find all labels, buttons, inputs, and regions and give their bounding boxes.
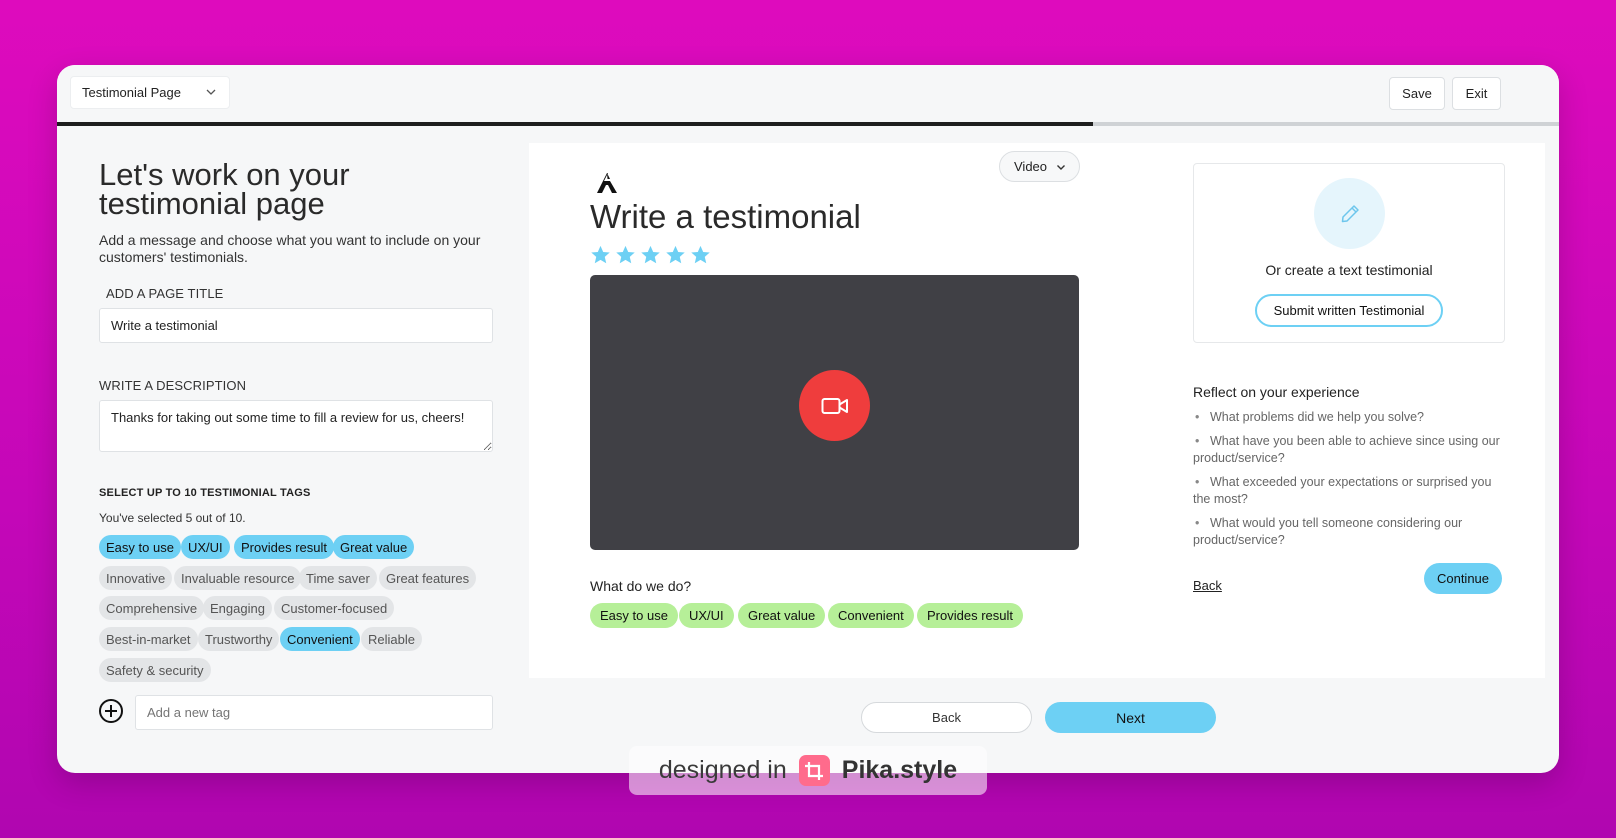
page-title-input[interactable]	[99, 308, 493, 343]
reflect-heading: Reflect on your experience	[1193, 384, 1360, 400]
preview-tag-chip: UX/UI	[679, 603, 734, 628]
pika-logo-icon	[798, 755, 830, 786]
top-bar: Testimonial Page Save Exit	[57, 65, 1559, 122]
tag-chip[interactable]: Easy to use	[99, 535, 181, 559]
tag-chip[interactable]: Convenient	[280, 627, 360, 651]
tags-count: You've selected 5 out of 10.	[99, 511, 246, 525]
star-icon[interactable]	[690, 245, 711, 265]
video-camera-icon	[821, 397, 848, 414]
tag-chip[interactable]: Trustworthy	[198, 627, 280, 651]
star-rating[interactable]	[590, 245, 711, 265]
watermark-prefix: designed in	[658, 756, 787, 784]
page-select-label: Testimonial Page	[82, 85, 181, 100]
back-button[interactable]: Back	[861, 702, 1032, 733]
preview-tag-chip: Convenient	[828, 603, 914, 628]
preview-back-link[interactable]: Back	[1193, 578, 1222, 593]
text-testimonial-prompt: Or create a text testimonial	[1265, 262, 1433, 278]
save-button[interactable]: Save	[1389, 77, 1445, 110]
tag-chip[interactable]: Customer-focused	[274, 596, 395, 620]
reflect-item: What would you tell someone considering …	[1193, 515, 1505, 549]
preview-tag-chip: Easy to use	[590, 603, 678, 628]
reflect-list: What problems did we help you solve? Wha…	[1193, 409, 1505, 556]
star-icon[interactable]	[615, 245, 636, 265]
tag-chip[interactable]: Engaging	[203, 596, 272, 620]
tag-chip[interactable]: Reliable	[361, 627, 422, 651]
mode-select-label: Video	[1014, 159, 1048, 174]
what-we-do-label: What do we do?	[590, 578, 692, 594]
submit-written-testimonial-button[interactable]: Submit written Testimonial	[1255, 294, 1443, 327]
progress-fill	[57, 122, 1094, 126]
watermark-brand: Pika.style	[841, 756, 958, 784]
pencil-icon	[1341, 204, 1359, 222]
tag-chip[interactable]: Comprehensive	[99, 596, 205, 620]
add-tag-button[interactable]	[99, 699, 123, 723]
tags-heading: SELECT UP TO 10 TESTIMONIAL TAGS	[99, 487, 311, 499]
crop-icon	[805, 761, 824, 780]
tag-chip[interactable]: Great features	[379, 566, 477, 590]
tag-chip[interactable]: UX/UI	[181, 535, 230, 559]
mode-select[interactable]: Video	[999, 151, 1080, 182]
tag-chip[interactable]: Provides result	[234, 535, 334, 559]
record-video-button[interactable]	[799, 370, 870, 441]
video-recorder	[590, 275, 1079, 550]
new-tag-input[interactable]	[135, 695, 493, 730]
description-textarea[interactable]: Thanks for taking out some time to fill …	[99, 400, 493, 452]
next-button[interactable]: Next	[1045, 702, 1216, 733]
title-field-label: ADD A PAGE TITLE	[106, 286, 224, 301]
page-title-line-2: testimonial page	[99, 186, 325, 221]
reflect-item: What have you been able to achieve since…	[1193, 433, 1505, 467]
settings-panel: Let's work on your testimonial page Add …	[99, 159, 499, 730]
chevron-down-icon	[1057, 165, 1065, 170]
chevron-down-icon	[206, 89, 216, 95]
reflect-item: What problems did we help you solve?	[1193, 409, 1505, 426]
star-icon[interactable]	[640, 245, 661, 265]
brand-logo-icon	[597, 173, 617, 193]
progress-bar	[57, 122, 1559, 126]
tag-chip[interactable]: Great value	[333, 535, 415, 559]
reflect-item: What exceeded your expectations or surpr…	[1193, 474, 1505, 508]
preview-title: Write a testimonial	[590, 198, 861, 235]
watermark-badge: designed in Pika.style	[629, 746, 987, 795]
testimonial-preview: Video Write a testimonial What do we do?…	[529, 143, 1545, 678]
page-subtext: Add a message and choose what you want t…	[99, 232, 481, 265]
tag-chip[interactable]: Safety & security	[99, 658, 211, 682]
tag-chip[interactable]: Invaluable resource	[174, 566, 302, 590]
page-select[interactable]: Testimonial Page	[70, 76, 230, 109]
page-title: Let's work on your testimonial page	[99, 159, 499, 221]
text-testimonial-card: Or create a text testimonial Submit writ…	[1193, 163, 1505, 343]
continue-button[interactable]: Continue	[1424, 563, 1502, 594]
pencil-badge	[1314, 178, 1385, 249]
tag-chip[interactable]: Time saver	[299, 566, 377, 590]
exit-button[interactable]: Exit	[1452, 77, 1501, 110]
star-icon[interactable]	[665, 245, 686, 265]
app-window: Testimonial Page Save Exit Let's work on…	[57, 65, 1559, 773]
preview-tag-chip: Great value	[738, 603, 826, 628]
tag-chip[interactable]: Innovative	[99, 566, 173, 590]
plus-icon	[105, 705, 117, 717]
star-icon[interactable]	[590, 245, 611, 265]
preview-tag-chip: Provides result	[917, 603, 1023, 628]
tag-chip[interactable]: Best-in-market	[99, 627, 198, 651]
description-field-label: WRITE A DESCRIPTION	[99, 378, 247, 393]
